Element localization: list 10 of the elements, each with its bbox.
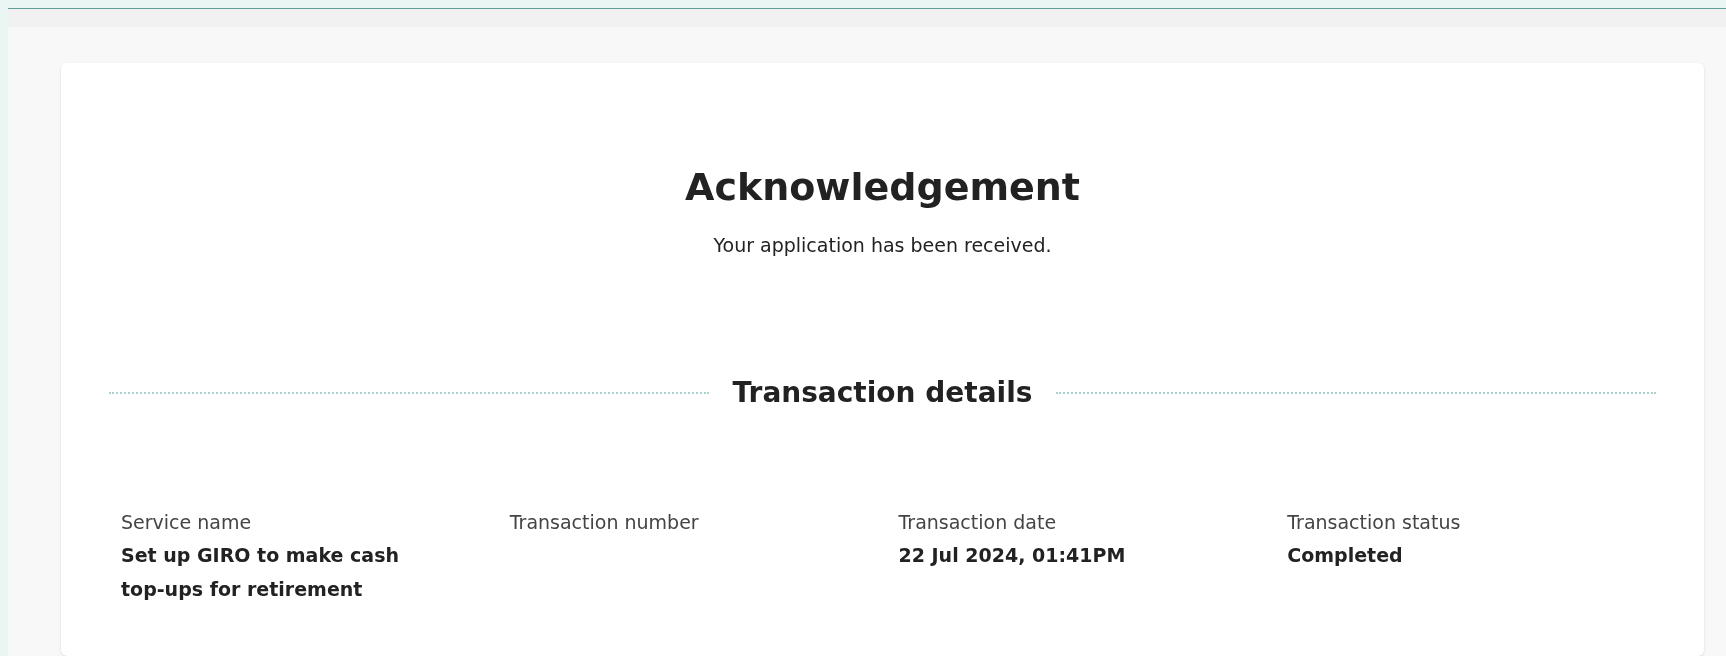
- field-label: Transaction number: [509, 509, 700, 535]
- subtitle: Your application has been received.: [713, 233, 1052, 258]
- field-label: Transaction date: [898, 509, 1058, 535]
- field-value: Set up GIRO to make cash top-ups for retirement: [121, 542, 400, 602]
- field-value: Completed: [1287, 542, 1404, 568]
- page-title: Acknowledgement: [685, 164, 1080, 211]
- field-label: Service name: [121, 509, 253, 535]
- section-heading: Transaction details: [732, 374, 1033, 411]
- field-value: 22 Jul 2024, 01:41PM: [898, 542, 1127, 568]
- field-label: Transaction status: [1287, 509, 1462, 535]
